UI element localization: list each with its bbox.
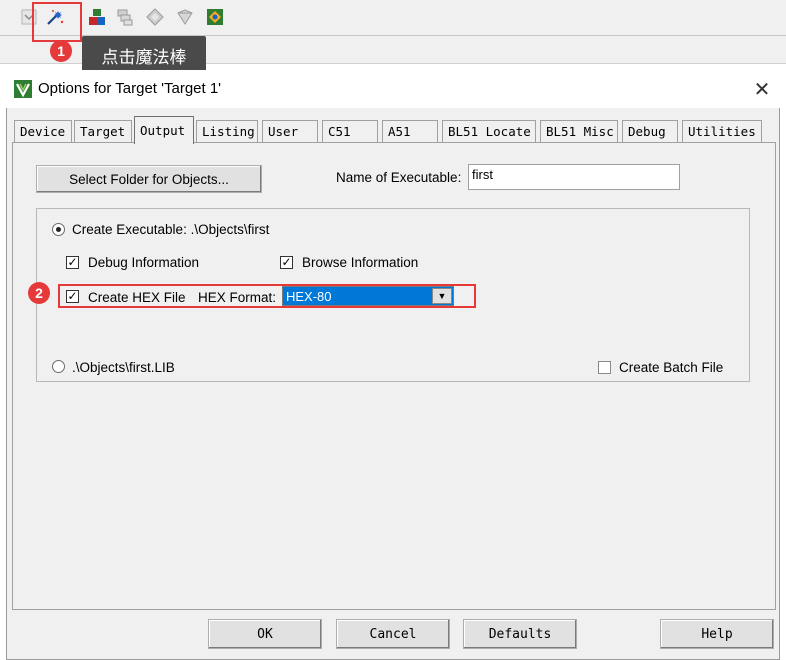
tab-listing[interactable]: Listing [196, 120, 258, 142]
create-library-label: .\Objects\first.LIB [72, 360, 175, 375]
debug-info-checkbox[interactable]: ✓ [66, 256, 79, 269]
tab-c51[interactable]: C51 [322, 120, 378, 142]
step-marker-1: 1 [50, 40, 72, 62]
tab-bl51-misc[interactable]: BL51 Misc [540, 120, 618, 142]
browse-info-checkbox[interactable]: ✓ [280, 256, 293, 269]
cancel-button[interactable]: Cancel [336, 619, 450, 649]
tab-bl51-locate[interactable]: BL51 Locate [442, 120, 536, 142]
dialog-title: Options for Target 'Target 1' [38, 80, 222, 97]
debug-info-label: Debug Information [88, 255, 200, 270]
browse-info-label: Browse Information [302, 255, 419, 270]
name-executable-label: Name of Executable: [336, 170, 462, 185]
highlight-box-2 [58, 284, 476, 308]
name-executable-input[interactable]: first [468, 164, 680, 190]
translate-icon[interactable] [204, 6, 226, 28]
tab-debug[interactable]: Debug [622, 120, 678, 142]
tab-target[interactable]: Target [74, 120, 132, 142]
pack-installer-icon[interactable] [144, 6, 166, 28]
defaults-button[interactable]: Defaults [463, 619, 577, 649]
tab-utilities[interactable]: Utilities [682, 120, 762, 142]
manage-components-icon[interactable] [86, 6, 108, 28]
tab-a51[interactable]: A51 [382, 120, 438, 142]
tab-user[interactable]: User [262, 120, 318, 142]
ok-button[interactable]: OK [208, 619, 322, 649]
tab-device[interactable]: Device [14, 120, 72, 142]
select-folder-button[interactable]: Select Folder for Objects... [36, 165, 262, 193]
keil-logo-icon [14, 80, 32, 103]
close-icon[interactable]: ✕ [748, 76, 776, 102]
select-packs-icon[interactable] [114, 6, 136, 28]
create-batch-checkbox[interactable] [598, 361, 611, 374]
create-library-radio[interactable] [52, 360, 65, 373]
tooltip: 点击魔法棒 [82, 36, 206, 74]
highlight-box-1 [32, 2, 82, 42]
step-marker-2: 2 [28, 282, 50, 304]
help-button[interactable]: Help [660, 619, 774, 649]
create-executable-label: Create Executable: .\Objects\first [72, 222, 270, 237]
create-executable-radio[interactable] [52, 223, 65, 236]
run-time-environment-icon[interactable] [174, 6, 196, 28]
tab-output[interactable]: Output [134, 116, 194, 144]
create-batch-label: Create Batch File [619, 360, 724, 375]
toolbar [0, 0, 786, 36]
